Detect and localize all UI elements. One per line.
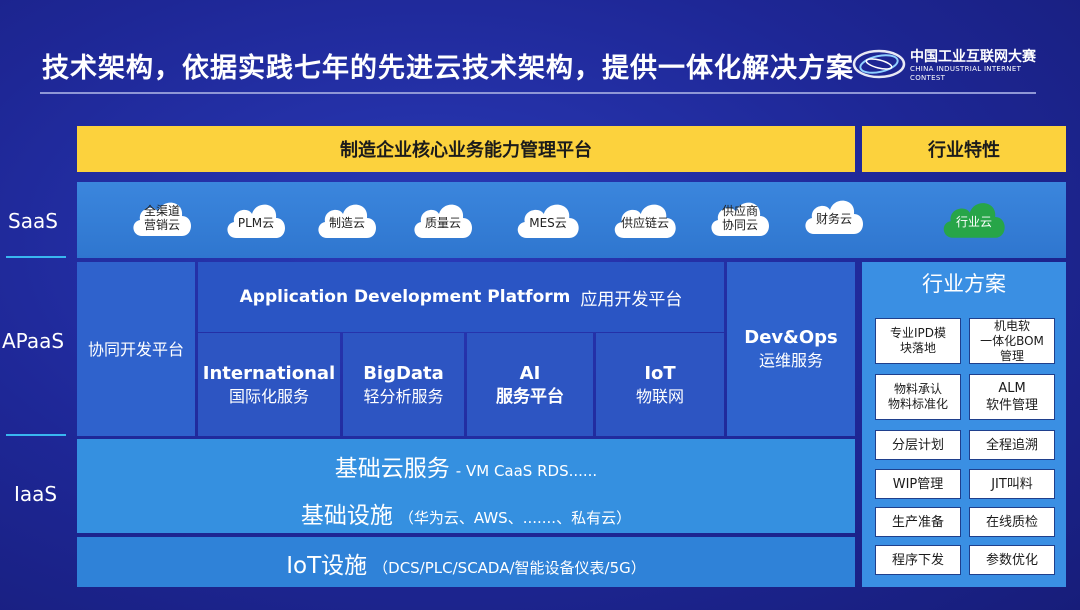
module-en: AI (519, 362, 541, 384)
logo-en-line2: CONTEST (910, 74, 946, 82)
layer-divider-2 (6, 434, 66, 436)
devops-en: Dev&Ops (744, 327, 838, 348)
cloud-services-row: 基础云服务 - VM CaaS RDS...... (77, 449, 855, 483)
saas-cloud-omnichannel: 全渠道 营销云 (128, 192, 196, 244)
layer-label-iaas: IaaS (14, 482, 58, 506)
solution-cell: 参数优化 (969, 545, 1055, 575)
page-title: 技术架构，依据实践七年的先进云技术架构，提供一体化解决方案 (42, 53, 854, 84)
module-cn: 国际化服务 (228, 386, 309, 406)
cloud-line: 营销云 (143, 218, 180, 232)
cell-line: 物料标准化 (887, 397, 948, 411)
saas-cloud-quality: 质量云 (409, 194, 477, 244)
module-cn: 物联网 (635, 386, 684, 406)
solution-cell: 机电软 一体化BOM 管理 (969, 318, 1055, 364)
solution-cell: 在线质检 (969, 507, 1055, 537)
cell-line: 专业IPD模 (889, 326, 947, 340)
solution-cell: WIP管理 (875, 469, 961, 499)
cloud-line: 供应链云 (620, 216, 669, 230)
cloud-line: 供应商 (721, 204, 758, 218)
iot-infra-row: IoT设施 （DCS/PLC/SCADA/智能设备仪表/5G） (77, 546, 855, 580)
layer-label-apaas: APaaS (2, 329, 65, 353)
cell-line: 一体化BOM (980, 333, 1044, 348)
solution-cell: JIT叫料 (969, 469, 1055, 499)
saas-cloud-supply-chain: 供应链云 (609, 194, 681, 244)
cloud-services-detail: - VM CaaS RDS...... (455, 462, 598, 480)
cell-line: ALM (998, 381, 1026, 396)
solution-cell: 生产准备 (875, 507, 961, 537)
cell-line: 管理 (999, 348, 1024, 363)
infra-detail: （华为云、AWS、.......、私有云） (398, 509, 632, 527)
saas-cloud-mes: MES云 (512, 194, 584, 244)
logo-title-cn: 中国工业互联网大赛 (910, 49, 1036, 65)
solution-cell: 程序下发 (875, 545, 961, 575)
module-cn: 轻分析服务 (363, 386, 444, 406)
infra-row: 基础设施 （华为云、AWS、.......、私有云） (77, 496, 855, 530)
cloud-line: PLM云 (237, 216, 275, 230)
module-international: International 国际化服务 (198, 333, 340, 436)
cloud-line: 质量云 (424, 216, 461, 230)
adp-title-cn: 应用开发平台 (580, 289, 683, 310)
solution-cell: 全程追溯 (969, 430, 1055, 460)
cloud-line: 协同云 (721, 218, 758, 232)
app-dev-platform: Application Development Platform 应用开发平台 (198, 262, 724, 332)
logo-en-line1: CHINA INDUSTRIAL INTERNET (910, 65, 1022, 73)
module-bigdata: BigData 轻分析服务 (343, 333, 464, 436)
infra-title: 基础设施 (300, 503, 393, 529)
cell-line: 物料承认 (893, 382, 942, 396)
industry-cloud: 行业云 (938, 192, 1010, 244)
module-ai: AI 服务平台 (467, 333, 593, 436)
cloud-line: 行业云 (955, 215, 992, 229)
industry-solutions-panel (862, 262, 1066, 587)
title-divider (40, 92, 1036, 94)
cloud-line: 财务云 (815, 212, 852, 226)
collab-dev-platform: 协同开发平台 (77, 262, 195, 436)
layer-divider-1 (6, 256, 66, 258)
industry-band: 行业特性 (862, 126, 1066, 172)
iot-infra-title: IoT设施 (286, 553, 368, 579)
saas-cloud-finance: 财务云 (800, 190, 868, 240)
devops-block: Dev&Ops 运维服务 (727, 262, 855, 436)
cloud-line: 制造云 (328, 216, 365, 230)
iot-infra-detail: （DCS/PLC/SCADA/智能设备仪表/5G） (373, 559, 646, 577)
saas-cloud-manufacturing: 制造云 (313, 194, 381, 244)
module-en: International (202, 362, 336, 384)
cell-line: 块落地 (899, 341, 936, 355)
cell-line: 机电软 (993, 318, 1030, 333)
logo-title-en: CHINA INDUSTRIAL INTERNET CONTEST (910, 65, 1021, 83)
solution-cell: 分层计划 (875, 430, 961, 460)
cloud-line: 全渠道 (143, 204, 180, 218)
devops-cn: 运维服务 (758, 351, 823, 370)
saas-cloud-supplier: 供应商 协同云 (706, 192, 774, 244)
cloud-line: MES云 (529, 216, 567, 230)
solution-cell: ALM 软件管理 (969, 374, 1055, 420)
contest-logo-icon (852, 42, 906, 86)
solution-cell: 物料承认 物料标准化 (875, 374, 961, 420)
saas-cloud-plm: PLM云 (222, 194, 290, 244)
industry-solutions-title: 行业方案 (922, 272, 1006, 296)
adp-title-en: Application Development Platform (239, 287, 571, 307)
layer-label-saas: SaaS (8, 209, 58, 233)
module-iot: IoT 物联网 (596, 333, 724, 436)
module-en: IoT (644, 362, 676, 384)
cell-line: 软件管理 (985, 398, 1038, 413)
platform-band: 制造企业核心业务能力管理平台 (77, 126, 855, 172)
module-cn: 服务平台 (496, 386, 564, 407)
solution-cell: 专业IPD模 块落地 (875, 318, 961, 364)
module-en: BigData (363, 362, 444, 384)
cloud-services-title: 基础云服务 (334, 456, 450, 482)
